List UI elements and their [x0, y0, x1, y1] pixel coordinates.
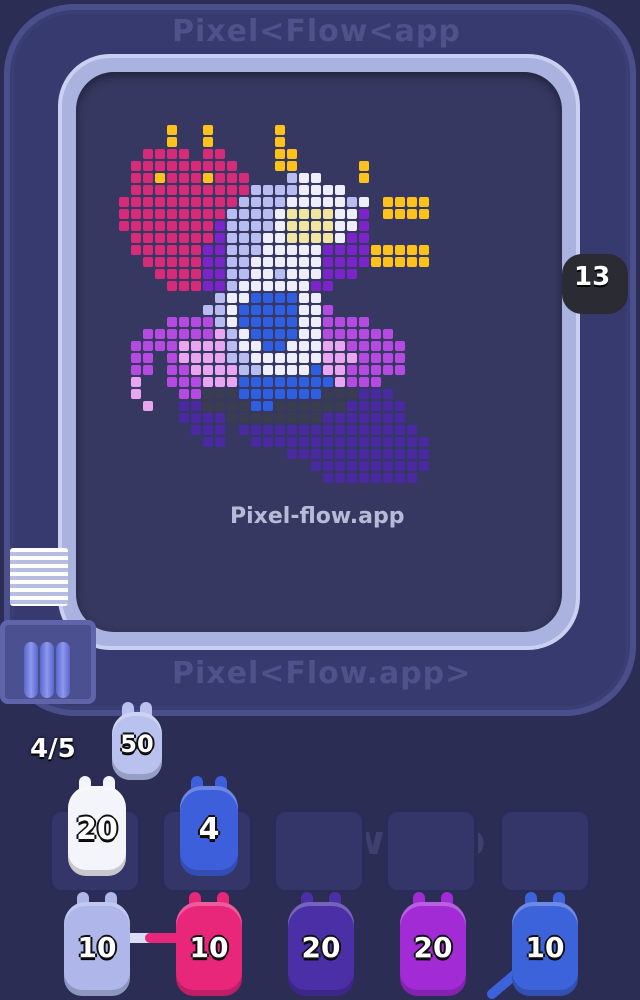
shooter-count: 10 [525, 930, 565, 964]
shooter-count: 10 [189, 930, 229, 964]
game-screen: Pixel<Flow<app Pixel<Flow.app> Pixel-flo… [0, 0, 640, 1000]
shooter[interactable]: 20 [282, 892, 360, 996]
shooter-count: 20 [413, 930, 453, 964]
shooter-count: 10 [77, 930, 117, 964]
shooter-count: 20 [301, 930, 341, 964]
shooter[interactable]: 10 [58, 892, 136, 996]
shooter[interactable]: 20 [394, 892, 472, 996]
shooter[interactable]: 10 [506, 892, 584, 996]
shooter[interactable]: 10 [170, 892, 248, 996]
shooter-links [105, 933, 537, 999]
